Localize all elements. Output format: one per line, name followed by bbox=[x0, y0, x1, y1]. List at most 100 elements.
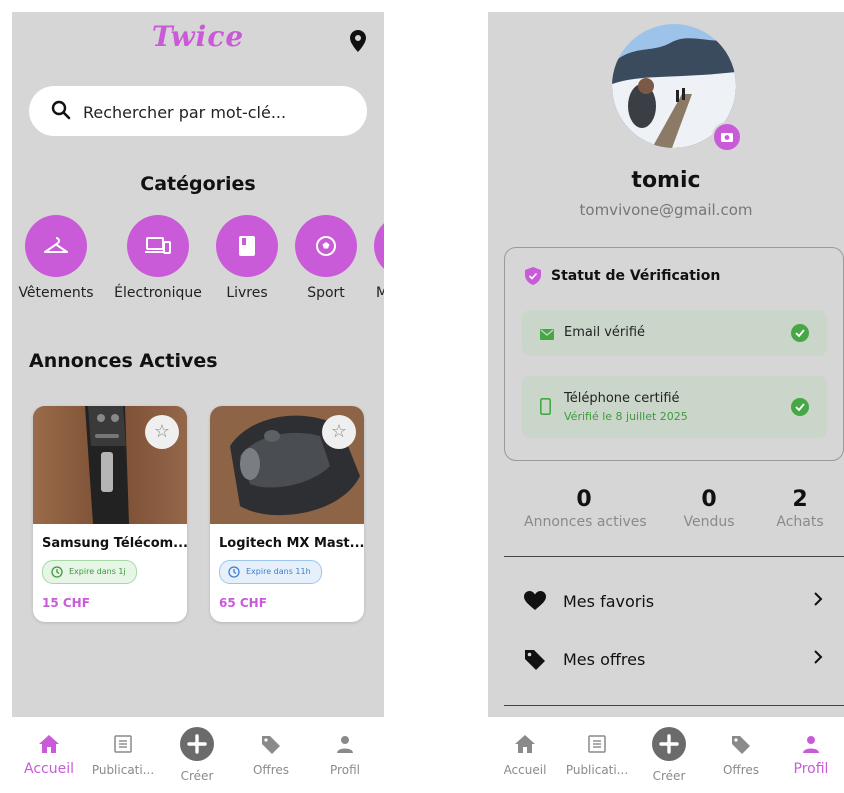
category-livres[interactable]: Livres bbox=[202, 215, 292, 301]
heart-icon bbox=[524, 591, 546, 616]
username: tomic bbox=[631, 168, 701, 193]
nav-offres[interactable]: Offres bbox=[704, 717, 778, 793]
bottom-nav: Accueil Publicati... Créer Offres Profil bbox=[488, 717, 844, 793]
category-label: Livres bbox=[226, 285, 268, 301]
search-icon bbox=[51, 100, 71, 125]
list-icon bbox=[588, 735, 606, 758]
stat-sold: 0 Vendus bbox=[674, 487, 744, 530]
clock-icon bbox=[51, 566, 63, 578]
profile-screen: tomic tomvivone@gmail.com Statut de Véri… bbox=[488, 12, 844, 717]
stat-label: Achats bbox=[776, 514, 824, 530]
nav-label: Offres bbox=[722, 763, 760, 777]
home-screen: Twice Catégories Vêtements Électronique … bbox=[12, 12, 384, 717]
menu-label: Mes offres bbox=[563, 650, 646, 669]
clock-icon bbox=[228, 566, 240, 578]
camera-icon bbox=[714, 133, 740, 154]
listing-photo: ☆ bbox=[210, 406, 364, 524]
envelope-icon bbox=[540, 327, 554, 345]
listing-card[interactable]: ☆ Samsung Télécom... Expire dans 1j 15 C… bbox=[33, 406, 187, 622]
nav-label: Accueil bbox=[503, 763, 547, 777]
favorite-button[interactable]: ☆ bbox=[322, 415, 356, 449]
menu-offres[interactable]: Mes offres bbox=[504, 641, 824, 681]
search-input[interactable] bbox=[81, 98, 355, 126]
listing-title: Logitech MX Mast... bbox=[219, 536, 364, 551]
expiry-text: Expire dans 1j bbox=[69, 567, 126, 576]
listing-title: Samsung Télécom... bbox=[42, 536, 187, 551]
app-logo: Twice bbox=[151, 20, 245, 53]
phone-icon bbox=[540, 398, 551, 420]
category-vetements[interactable]: Vêtements bbox=[12, 215, 101, 301]
nav-creer[interactable]: Créer bbox=[160, 717, 234, 793]
chevron-right-icon bbox=[812, 648, 824, 671]
nav-label: Publicati... bbox=[565, 763, 629, 777]
user-email: tomvivone@gmail.com bbox=[579, 201, 753, 219]
stat-value: 0 bbox=[701, 487, 717, 512]
category-label: Électronique bbox=[114, 285, 202, 301]
expiry-text: Expire dans 11h bbox=[246, 567, 311, 576]
phone-verified-label: Téléphone certifié bbox=[564, 391, 680, 406]
phone-verified-date: Vérifié le 8 juillet 2025 bbox=[564, 410, 688, 423]
plus-circle-icon bbox=[652, 727, 686, 766]
nav-label: Publicati... bbox=[91, 763, 155, 777]
stat-value: 0 bbox=[576, 487, 592, 512]
tag-icon bbox=[524, 649, 546, 676]
person-icon bbox=[802, 735, 820, 758]
nav-profil[interactable]: Profil bbox=[778, 717, 844, 793]
email-verified-label: Email vérifié bbox=[564, 325, 646, 340]
divider bbox=[504, 705, 844, 706]
category-label: Vêtements bbox=[18, 285, 94, 301]
shield-icon bbox=[525, 267, 541, 290]
nav-label: Créer bbox=[180, 769, 214, 783]
phone-verified-row: Téléphone certifié Vérifié le 8 juillet … bbox=[522, 376, 827, 438]
menu-label: Mes favoris bbox=[563, 592, 655, 611]
tag-icon bbox=[731, 735, 751, 760]
nav-accueil[interactable]: Accueil bbox=[488, 717, 562, 793]
check-icon bbox=[791, 324, 809, 342]
nav-offres[interactable]: Offres bbox=[234, 717, 308, 793]
search-bar[interactable] bbox=[29, 86, 367, 136]
categories-title: Catégories bbox=[140, 173, 256, 195]
nav-publications[interactable]: Publicati... bbox=[86, 717, 160, 793]
nav-label: Offres bbox=[252, 763, 290, 777]
nav-profil[interactable]: Profil bbox=[308, 717, 382, 793]
nav-publications[interactable]: Publicati... bbox=[560, 717, 634, 793]
nav-accueil[interactable]: Accueil bbox=[12, 717, 86, 793]
tag-icon bbox=[261, 735, 281, 760]
nav-label: Créer bbox=[652, 769, 686, 783]
stat-label: Vendus bbox=[683, 514, 735, 530]
star-icon: ☆ bbox=[330, 421, 348, 441]
verification-panel: Statut de Vérification Email vérifié Tél… bbox=[504, 247, 844, 461]
nav-label: Profil bbox=[793, 761, 829, 777]
chevron-right-icon bbox=[812, 590, 824, 613]
listing-card[interactable]: ☆ Logitech MX Mast... Expire dans 11h 65… bbox=[210, 406, 364, 622]
stat-active-listings: 0 Annonces actives bbox=[524, 487, 647, 530]
listing-photo: ☆ bbox=[33, 406, 187, 524]
category-electronique[interactable]: Électronique bbox=[113, 215, 203, 301]
divider bbox=[504, 556, 844, 557]
expiry-badge: Expire dans 11h bbox=[219, 560, 322, 584]
plus-circle-icon bbox=[180, 727, 214, 766]
check-icon bbox=[791, 398, 809, 416]
list-icon bbox=[114, 735, 132, 758]
verification-title: Statut de Vérification bbox=[551, 268, 721, 284]
stat-purchases: 2 Achats bbox=[770, 487, 830, 530]
nav-creer[interactable]: Créer bbox=[632, 717, 706, 793]
change-photo-button[interactable] bbox=[712, 122, 742, 152]
listing-price: 15 CHF bbox=[42, 596, 90, 610]
active-listings-title: Annonces Actives bbox=[29, 350, 218, 372]
home-icon bbox=[39, 735, 59, 758]
home-icon bbox=[515, 735, 535, 758]
stat-label: Annonces actives bbox=[524, 514, 647, 530]
nav-label: Accueil bbox=[24, 761, 74, 777]
expiry-badge: Expire dans 1j bbox=[42, 560, 137, 584]
star-icon: ☆ bbox=[153, 421, 171, 441]
email-verified-row: Email vérifié bbox=[522, 310, 827, 356]
category-partial[interactable]: M bbox=[343, 215, 384, 301]
favorite-button[interactable]: ☆ bbox=[145, 415, 179, 449]
listing-price: 65 CHF bbox=[219, 596, 267, 610]
menu-favoris[interactable]: Mes favoris bbox=[504, 583, 824, 623]
nav-label: Profil bbox=[330, 763, 360, 777]
stat-value: 2 bbox=[792, 487, 808, 512]
person-icon bbox=[336, 735, 354, 758]
location-pin-icon[interactable] bbox=[350, 30, 366, 57]
